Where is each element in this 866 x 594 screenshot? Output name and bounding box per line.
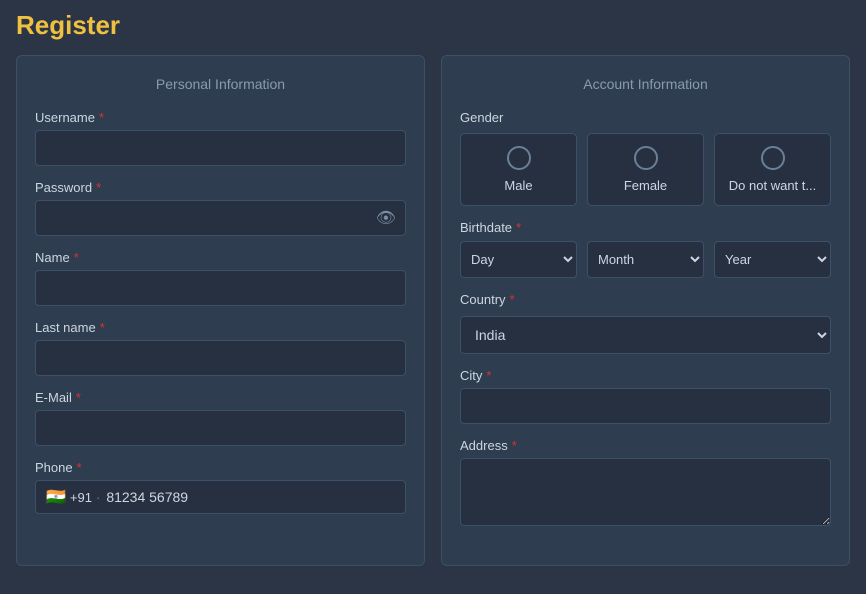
- gender-other-label: Do not want t...: [729, 178, 816, 193]
- page-title: Register: [16, 10, 850, 41]
- gender-label: Gender: [460, 110, 831, 125]
- username-label: Username *: [35, 110, 406, 125]
- phone-label: Phone *: [35, 460, 406, 475]
- city-group: City *: [460, 368, 831, 424]
- username-group: Username *: [35, 110, 406, 166]
- city-label: City *: [460, 368, 831, 383]
- name-input[interactable]: [35, 270, 406, 306]
- city-required: *: [486, 368, 491, 383]
- lastname-required: *: [100, 320, 105, 335]
- username-required: *: [99, 110, 104, 125]
- gender-female[interactable]: Female: [587, 133, 704, 206]
- country-required: *: [510, 292, 515, 307]
- gender-male-radio: [507, 146, 531, 170]
- name-required: *: [74, 250, 79, 265]
- form-wrapper: Personal Information Username * Password…: [16, 55, 850, 566]
- birthdate-year-select[interactable]: Year: [714, 241, 831, 278]
- address-required: *: [512, 438, 517, 453]
- gender-other-radio: [761, 146, 785, 170]
- email-required: *: [76, 390, 81, 405]
- gender-male-label: Male: [504, 178, 532, 193]
- phone-required: *: [77, 460, 82, 475]
- country-select[interactable]: India: [460, 316, 831, 354]
- username-input[interactable]: [35, 130, 406, 166]
- gender-group: Gender Male Female Do not want t...: [460, 110, 831, 206]
- country-label: Country *: [460, 292, 831, 307]
- phone-input-wrapper: 🇮🇳 +91 ·: [35, 480, 406, 514]
- name-label: Name *: [35, 250, 406, 265]
- eye-icon[interactable]: 👁: [376, 208, 396, 228]
- birthdate-required: *: [516, 220, 521, 235]
- account-info-panel: Account Information Gender Male Female D…: [441, 55, 850, 566]
- password-group: Password * 👁: [35, 180, 406, 236]
- birthdate-label: Birthdate *: [460, 220, 831, 235]
- birthdate-month-select[interactable]: Month: [587, 241, 704, 278]
- personal-info-title: Personal Information: [35, 76, 406, 92]
- lastname-label: Last name *: [35, 320, 406, 335]
- password-label: Password *: [35, 180, 406, 195]
- phone-flag: 🇮🇳: [46, 487, 66, 507]
- lastname-group: Last name *: [35, 320, 406, 376]
- gender-options: Male Female Do not want t...: [460, 133, 831, 206]
- password-required: *: [96, 180, 101, 195]
- password-wrapper: 👁: [35, 200, 406, 236]
- gender-female-label: Female: [624, 178, 667, 193]
- gender-female-radio: [634, 146, 658, 170]
- lastname-input[interactable]: [35, 340, 406, 376]
- phone-code: +91: [70, 490, 92, 505]
- gender-male[interactable]: Male: [460, 133, 577, 206]
- email-input[interactable]: [35, 410, 406, 446]
- phone-number-input[interactable]: [106, 489, 395, 505]
- email-label: E-Mail *: [35, 390, 406, 405]
- gender-other[interactable]: Do not want t...: [714, 133, 831, 206]
- personal-info-panel: Personal Information Username * Password…: [16, 55, 425, 566]
- birthdate-selects: Day Month Year: [460, 241, 831, 278]
- email-group: E-Mail *: [35, 390, 406, 446]
- account-info-title: Account Information: [460, 76, 831, 92]
- birthdate-group: Birthdate * Day Month Year: [460, 220, 831, 278]
- birthdate-day-select[interactable]: Day: [460, 241, 577, 278]
- address-group: Address *: [460, 438, 831, 531]
- phone-separator: ·: [96, 490, 100, 505]
- password-input[interactable]: [35, 200, 406, 236]
- city-input[interactable]: [460, 388, 831, 424]
- address-label: Address *: [460, 438, 831, 453]
- name-group: Name *: [35, 250, 406, 306]
- phone-group: Phone * 🇮🇳 +91 ·: [35, 460, 406, 514]
- address-textarea[interactable]: [460, 458, 831, 526]
- country-group: Country * India: [460, 292, 831, 354]
